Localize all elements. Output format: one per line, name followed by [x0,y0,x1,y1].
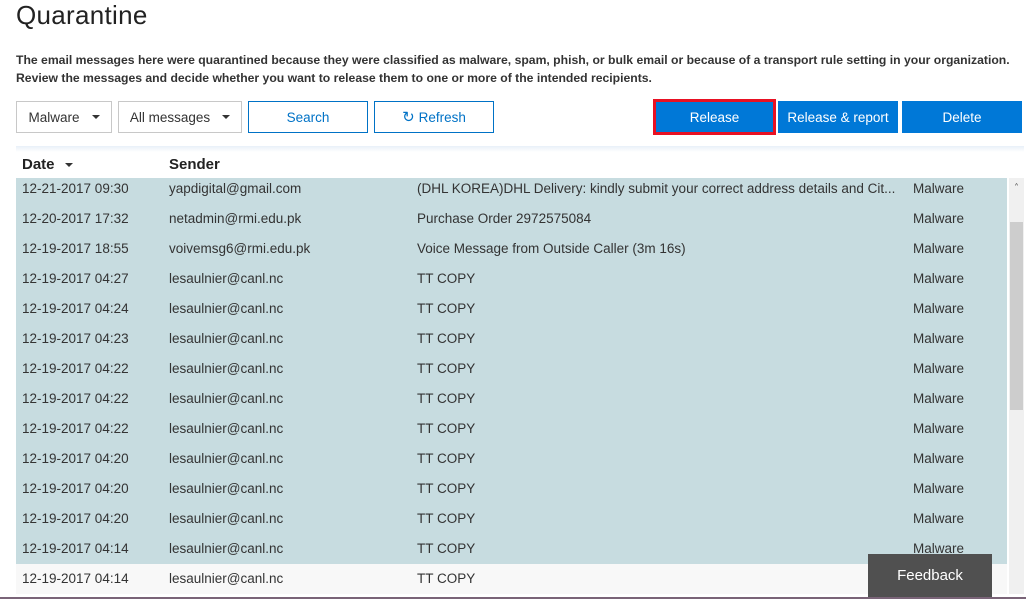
scrollbar[interactable]: ˄ [1009,178,1024,594]
refresh-icon: ↻ [402,109,415,126]
cell-date: 12-19-2017 04:24 [22,301,129,316]
cell-subject: TT COPY [417,511,476,526]
scroll-thumb[interactable] [1010,222,1023,410]
table-row[interactable]: 12-19-2017 04:20 lesaulnier@canl.nc TT COP… [16,444,1007,474]
table-row[interactable]: 12-19-2017 04:22 lesaulnier@canl.nc TT COP… [16,354,1007,384]
cell-sender: lesaulnier@canl.nc [169,271,284,286]
cell-sender: lesaulnier@canl.nc [169,331,284,346]
chevron-down-icon [91,115,100,119]
table-row[interactable]: 12-19-2017 04:22 lesaulnier@canl.nc TT COP… [16,384,1007,414]
cell-type: Malware [913,391,965,406]
cell-sender: lesaulnier@canl.nc [169,421,284,436]
cell-subject: Purchase Order 2972575084 [417,211,592,226]
cell-type: Malware [913,331,965,346]
cell-date: 12-19-2017 04:20 [22,481,129,496]
cell-sender: lesaulnier@canl.nc [169,301,284,316]
cell-sender: lesaulnier@canl.nc [169,451,284,466]
delete-button[interactable]: Delete [902,101,1022,133]
message-filter-value: All messages [129,109,211,125]
cell-subject: TT COPY [417,361,476,376]
cell-date: 12-19-2017 04:20 [22,451,129,466]
cell-type: Malware [913,301,965,316]
cell-sender: lesaulnier@canl.nc [169,481,284,496]
message-filter-dropdown[interactable]: All messages [118,101,242,133]
cell-type: Malware [913,181,965,196]
cell-date: 12-19-2017 04:22 [22,391,129,406]
table-row[interactable]: 12-19-2017 18:55 voivemsg6@rmi.edu.pk Voic… [16,234,1007,264]
sort-down-icon [64,162,73,167]
cell-date: 12-21-2017 09:30 [22,181,129,196]
table-row[interactable]: 12-19-2017 04:14 lesaulnier@canl.nc TT COP… [16,564,1007,594]
table-row[interactable]: 12-19-2017 04:14 lesaulnier@canl.nc TT COP… [16,534,1007,564]
cell-subject: TT COPY [417,301,476,316]
message-list: 12-21-2017 09:30 yapdigital@gmail.com (DHL… [16,178,1007,594]
cell-sender: lesaulnier@canl.nc [169,511,284,526]
feedback-button[interactable]: Feedback [868,554,992,597]
toolbar-divider [16,146,1024,152]
toolbar: Malware All messages Search ↻ Refresh Re… [0,99,1026,135]
cell-date: 12-19-2017 04:20 [22,511,129,526]
table-row[interactable]: 12-19-2017 04:20 lesaulnier@canl.nc TT COP… [16,504,1007,534]
refresh-label: Refresh [418,109,466,125]
cell-date: 12-19-2017 04:22 [22,421,129,436]
cell-sender: lesaulnier@canl.nc [169,361,284,376]
cell-type: Malware [913,511,965,526]
search-button[interactable]: Search [248,101,368,133]
cell-type: Malware [913,451,965,466]
page-description: The email messages here were quarantined… [16,51,1026,87]
cell-date: 12-19-2017 04:22 [22,361,129,376]
column-header-sender[interactable]: Sender [169,156,220,173]
table-row[interactable]: 12-19-2017 04:22 lesaulnier@canl.nc TT COP… [16,414,1007,444]
cell-subject: TT COPY [417,571,476,586]
cell-date: 12-19-2017 18:55 [22,241,129,256]
cell-date: 12-19-2017 04:23 [22,331,129,346]
page-title: Quarantine [16,0,148,30]
cell-type: Malware [913,481,965,496]
cell-sender: voivemsg6@rmi.edu.pk [169,241,311,256]
cell-type: Malware [913,421,965,436]
chevron-down-icon [222,115,231,119]
column-header-date[interactable]: Date [22,156,73,173]
table-row[interactable]: 12-19-2017 04:20 lesaulnier@canl.nc TT COP… [16,474,1007,504]
cell-subject: (DHL KOREA)DHL Delivery: kindly submit y… [417,181,896,196]
grid-header: Date Sender [16,156,1006,178]
type-filter-value: Malware [28,109,80,125]
table-row[interactable]: 12-19-2017 04:23 lesaulnier@canl.nc TT COP… [16,324,1007,354]
cell-subject: TT COPY [417,421,476,436]
cell-sender: netadmin@rmi.edu.pk [169,211,302,226]
release-button[interactable]: Release [653,99,776,135]
type-filter-dropdown[interactable]: Malware [16,101,112,133]
cell-type: Malware [913,211,965,226]
cell-sender: yapdigital@gmail.com [169,181,302,196]
cell-subject: TT COPY [417,541,476,556]
cell-subject: TT COPY [417,271,476,286]
cell-type: Malware [913,271,965,286]
cell-sender: lesaulnier@canl.nc [169,391,284,406]
table-row[interactable]: 12-19-2017 04:24 lesaulnier@canl.nc TT COP… [16,294,1007,324]
cell-subject: TT COPY [417,391,476,406]
cell-type: Malware [913,241,965,256]
cell-subject: Voice Message from Outside Caller (3m 16… [417,241,686,256]
cell-subject: TT COPY [417,481,476,496]
cell-date: 12-19-2017 04:14 [22,541,129,556]
refresh-button[interactable]: ↻ Refresh [374,101,494,133]
description-line-1: The email messages here were quarantined… [16,53,1010,67]
cell-date: 12-20-2017 17:32 [22,211,129,226]
column-date-label: Date [22,156,55,173]
table-row[interactable]: 12-21-2017 09:30 yapdigital@gmail.com (DHL… [16,178,1007,204]
table-row[interactable]: 12-19-2017 04:27 lesaulnier@canl.nc TT COP… [16,264,1007,294]
table-row[interactable]: 12-20-2017 17:32 netadmin@rmi.edu.pk Purch… [16,204,1007,234]
description-line-2: Review the messages and decide whether y… [16,71,652,85]
cell-type: Malware [913,361,965,376]
cell-date: 12-19-2017 04:14 [22,571,129,586]
cell-sender: lesaulnier@canl.nc [169,571,284,586]
cell-subject: TT COPY [417,331,476,346]
cell-date: 12-19-2017 04:27 [22,271,129,286]
cell-sender: lesaulnier@canl.nc [169,541,284,556]
column-sender-label: Sender [169,156,220,173]
release-and-report-button[interactable]: Release & report [778,101,898,133]
cell-subject: TT COPY [417,451,476,466]
scroll-up-icon[interactable]: ˄ [1009,182,1024,196]
